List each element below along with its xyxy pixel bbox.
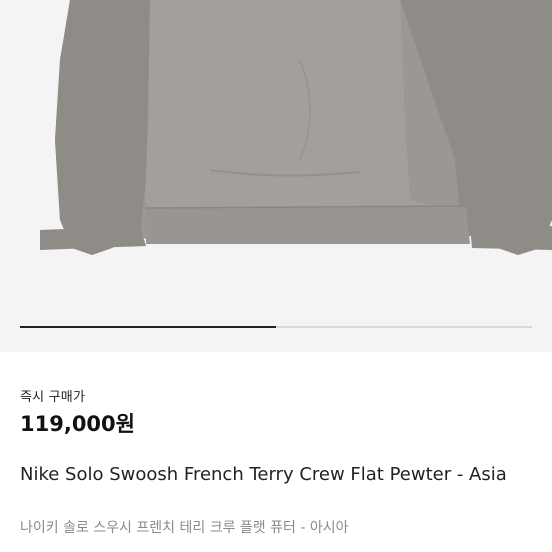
product-image-carousel[interactable] <box>0 0 552 352</box>
price-value: 119,000원 <box>20 412 135 436</box>
carousel-progress <box>20 326 532 328</box>
product-title-translated: 나이키 솔로 스우시 프렌치 테리 크루 플랫 퓨터 - 아시아 <box>20 520 349 536</box>
price-label: 즉시 구매가 <box>20 390 86 405</box>
carousel-progress-fill <box>20 326 276 328</box>
product-title: Nike Solo Swoosh French Terry Crew Flat … <box>20 464 507 485</box>
product-image <box>40 0 552 255</box>
